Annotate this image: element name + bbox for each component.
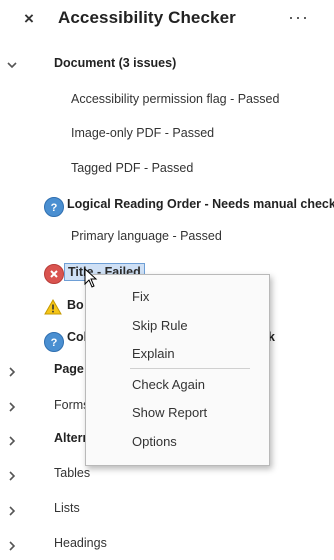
panel-title: Accessibility Checker (58, 8, 236, 27)
needs-check-icon: ? (44, 197, 64, 217)
close-icon[interactable]: × (20, 6, 38, 32)
section-headings[interactable]: Headings (54, 536, 107, 550)
rule-tagged-pdf[interactable]: Tagged PDF - Passed (71, 161, 193, 175)
menu-item-fix[interactable]: Fix (132, 289, 149, 304)
rule-bookmarks-partial[interactable]: Bo (67, 298, 84, 312)
chevron-right-icon[interactable] (5, 365, 19, 379)
menu-item-show-report[interactable]: Show Report (132, 405, 207, 420)
menu-item-options[interactable]: Options (132, 434, 177, 449)
chevron-right-icon[interactable] (5, 434, 19, 448)
menu-item-skip-rule[interactable]: Skip Rule (132, 318, 188, 333)
menu-item-explain[interactable]: Explain (132, 346, 175, 361)
chevron-right-icon[interactable] (5, 539, 19, 553)
warning-icon (44, 298, 62, 315)
menu-separator (130, 368, 250, 369)
chevron-down-icon[interactable] (5, 58, 19, 72)
rule-permission-flag[interactable]: Accessibility permission flag - Passed (71, 92, 279, 106)
menu-item-check-again[interactable]: Check Again (132, 377, 205, 392)
chevron-right-icon[interactable] (5, 400, 19, 414)
section-document[interactable]: Document (3 issues) (54, 56, 176, 70)
svg-text:?: ? (51, 202, 58, 213)
more-options-icon[interactable]: ··· (288, 7, 309, 28)
rule-reading-order[interactable]: Logical Reading Order - Needs manual che… (67, 197, 334, 211)
rule-image-only-pdf[interactable]: Image-only PDF - Passed (71, 126, 214, 140)
section-tables[interactable]: Tables (54, 466, 90, 480)
failed-icon (44, 264, 64, 284)
section-page[interactable]: Page (54, 362, 84, 376)
svg-text:?: ? (51, 337, 58, 348)
section-lists[interactable]: Lists (54, 501, 80, 515)
context-menu: Fix Skip Rule Explain Check Again Show R… (85, 274, 270, 466)
rule-primary-language[interactable]: Primary language - Passed (71, 229, 222, 243)
chevron-right-icon[interactable] (5, 469, 19, 483)
mouse-pointer-icon (84, 267, 98, 288)
chevron-right-icon[interactable] (5, 504, 19, 518)
needs-check-icon: ? (44, 332, 64, 352)
